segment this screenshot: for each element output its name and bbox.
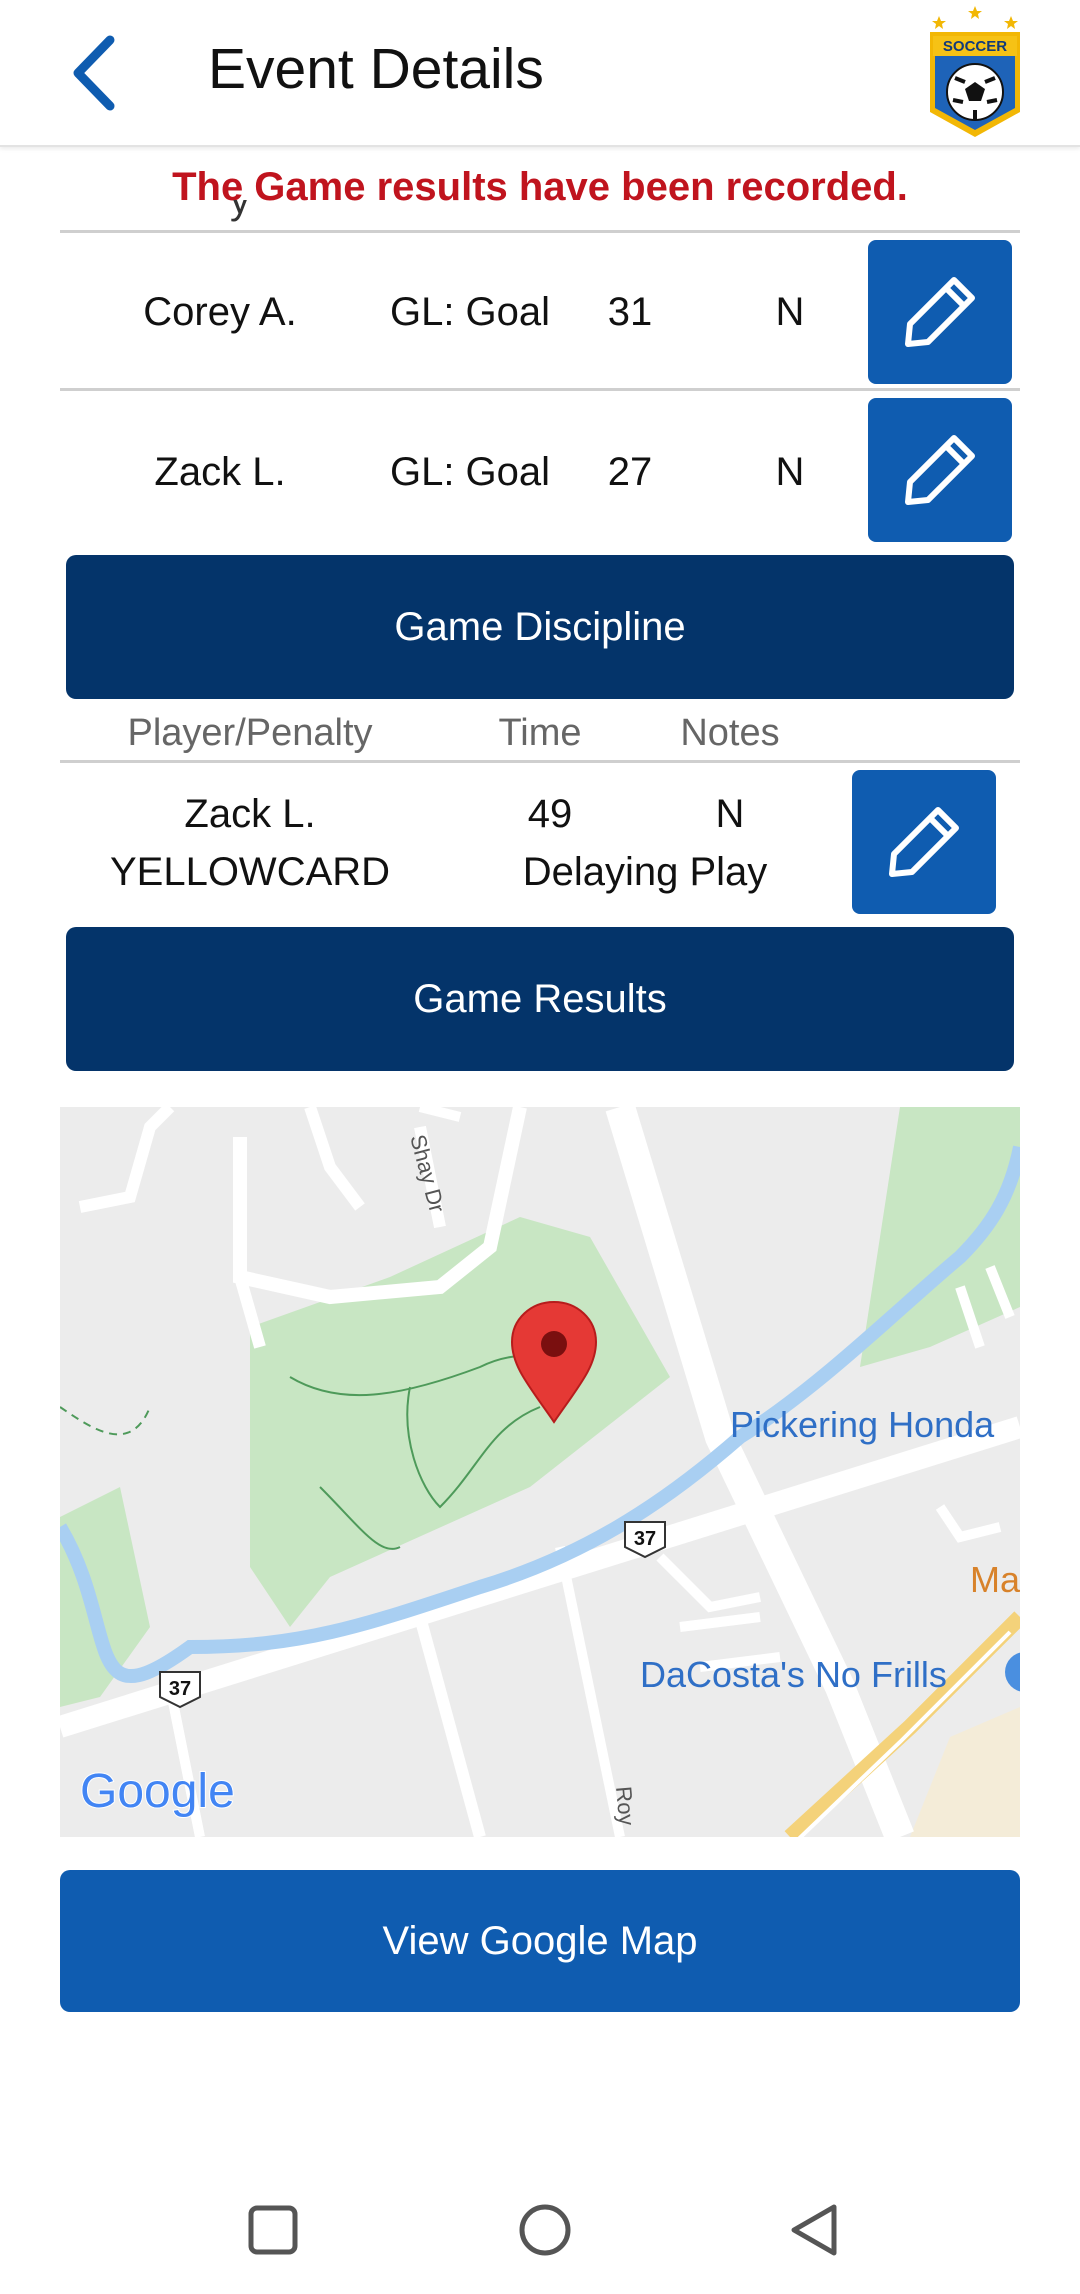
- game-results-button[interactable]: Game Results: [66, 927, 1014, 1071]
- partial-row-above: y: [230, 200, 250, 222]
- discipline-row: Zack L. YELLOWCARD 49 N Delaying Play: [60, 770, 1020, 920]
- google-attribution: Google: [80, 1765, 235, 1818]
- header-notes: Notes: [680, 712, 780, 754]
- goal-player: Corey A.: [143, 290, 297, 334]
- discipline-time: 49: [527, 792, 573, 836]
- goal-row: Zack L. GL: Goal 27 N: [60, 398, 1020, 548]
- poi-label: Ma: [970, 1559, 1020, 1600]
- discipline-penalty: YELLOWCARD: [109, 850, 391, 894]
- goal-notes: N: [775, 290, 805, 334]
- edit-goal-button[interactable]: [868, 398, 1012, 542]
- page-title: Event Details: [208, 37, 544, 101]
- view-google-map-button[interactable]: View Google Map: [60, 1870, 1020, 2012]
- goal-row: Corey A. GL: Goal 31 N: [60, 240, 1020, 390]
- header-player-penalty: Player/Penalty: [127, 712, 373, 754]
- goal-type: GL: Goal: [389, 450, 551, 494]
- poi-label: Pickering Honda: [730, 1404, 995, 1445]
- system-nav-bar: [0, 2150, 1080, 2294]
- home-button[interactable]: [518, 2203, 572, 2257]
- poi-label: DaCosta's No Frills: [640, 1654, 947, 1695]
- chevron-left-icon: [73, 35, 115, 111]
- header-time: Time: [498, 712, 582, 754]
- game-discipline-button[interactable]: Game Discipline: [66, 555, 1014, 699]
- square-icon: [248, 2205, 298, 2255]
- soccer-logo: SOCCER: [925, 2, 1025, 140]
- svg-text:37: 37: [634, 1528, 656, 1550]
- row-divider: [60, 230, 1020, 233]
- goal-player: Zack L.: [154, 450, 286, 494]
- pencil-icon: [905, 277, 975, 347]
- circle-icon: [519, 2204, 571, 2256]
- svg-text:SOCCER: SOCCER: [943, 38, 1007, 55]
- goal-time: 31: [607, 290, 653, 334]
- pencil-icon: [905, 435, 975, 505]
- goal-type: GL: Goal: [389, 290, 551, 334]
- pencil-icon: [889, 807, 959, 877]
- location-map[interactable]: 37 37 Shay Dr Roy Pickering Honda DaCost…: [60, 1107, 1020, 1837]
- edit-goal-button[interactable]: [868, 240, 1012, 384]
- back-nav-button[interactable]: [788, 2203, 842, 2257]
- back-button[interactable]: [60, 28, 140, 118]
- discipline-reason: Delaying Play: [522, 850, 768, 894]
- row-divider: [60, 388, 1020, 391]
- goal-notes: N: [775, 450, 805, 494]
- app-header: Event Details SOCCER: [0, 0, 1080, 147]
- discipline-notes: N: [715, 792, 745, 836]
- discipline-player: Zack L.: [184, 792, 316, 836]
- goal-time: 27: [607, 450, 653, 494]
- recent-apps-button[interactable]: [248, 2205, 298, 2255]
- triangle-back-icon: [791, 2204, 837, 2256]
- svg-text:37: 37: [169, 1678, 191, 1700]
- edit-discipline-button[interactable]: [852, 770, 996, 914]
- street-label: Roy: [611, 1785, 639, 1826]
- row-divider: [60, 760, 1020, 763]
